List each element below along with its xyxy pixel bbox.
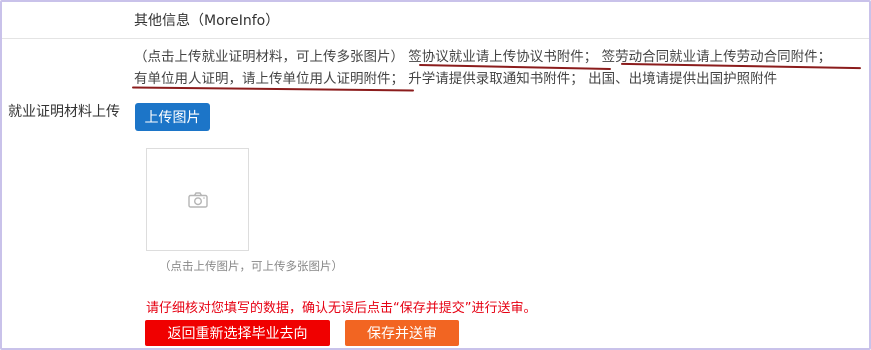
instruction-agreement: 签协议就业请上传协议书附件； <box>408 49 598 65</box>
review-notice: 请仔细核对您填写的数据，确认无误后点击“保存并提交”进行送审。 <box>146 301 537 316</box>
instruction-admission: 升学请提供录取通知书附件； <box>408 71 584 87</box>
image-upload-slot[interactable] <box>146 148 249 251</box>
page-frame: 其他信息（MoreInfo） 就业证明材料上传 （点击上传就业证明材料，可上传多… <box>0 0 871 350</box>
instruction-abroad: 出国、出境请提供出国护照附件 <box>588 71 778 87</box>
instruction-employer-proof: 有单位用人证明，请上传单位用人证明附件； <box>134 71 404 87</box>
upload-field-label: 就业证明材料上传 <box>8 104 120 120</box>
upload-image-button[interactable]: 上传图片 <box>135 103 210 131</box>
camera-icon <box>187 191 208 208</box>
section-title: 其他信息（MoreInfo） <box>134 13 280 29</box>
image-upload-caption: （点击上传图片，可上传多张图片） <box>159 259 343 273</box>
section-header: 其他信息（MoreInfo） <box>2 2 869 39</box>
save-submit-button[interactable]: 保存并送审 <box>345 320 459 346</box>
upload-instructions: （点击上传就业证明材料，可上传多张图片） 签协议就业请上传协议书附件； 签劳动合… <box>134 46 864 90</box>
instruction-multi-image: （点击上传就业证明材料，可上传多张图片） <box>134 49 404 65</box>
back-reselect-button[interactable]: 返回重新选择毕业去向 <box>145 320 330 346</box>
